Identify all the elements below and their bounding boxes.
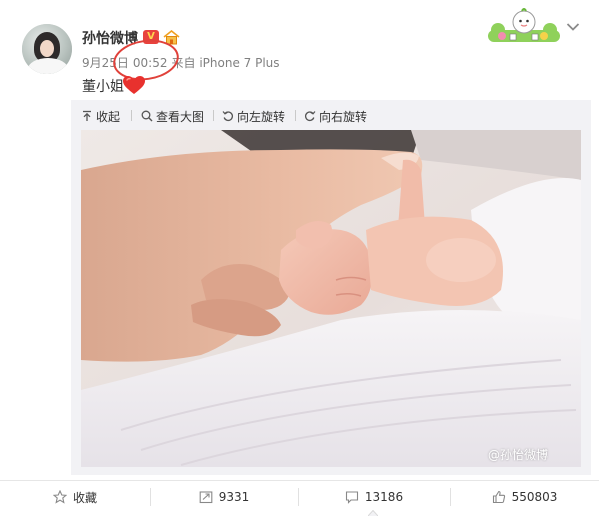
- comment-button[interactable]: 13186: [298, 482, 450, 512]
- rotate-right-icon: [304, 111, 316, 122]
- photo-illustration: [81, 130, 581, 467]
- repost-icon: [199, 491, 213, 504]
- like-button[interactable]: 550803: [450, 482, 599, 512]
- photo-watermark: @孙怡微博: [488, 448, 549, 462]
- rotate-left-button[interactable]: 向左旋转: [222, 108, 285, 125]
- toolbar-divider: [131, 110, 132, 121]
- collapse-button[interactable]: 收起: [81, 108, 120, 125]
- avatar[interactable]: [22, 24, 72, 74]
- image-toolbar: 收起 查看大图 向左旋转 向右旋转: [71, 100, 591, 130]
- collapse-icon: [83, 110, 91, 121]
- toolbar-divider: [213, 110, 214, 121]
- action-bar-divider: [0, 480, 599, 481]
- view-large-button[interactable]: 查看大图: [141, 108, 204, 125]
- favorite-button[interactable]: 收藏: [0, 482, 150, 512]
- comment-count: 13186: [364, 490, 404, 504]
- heart-icon: [123, 76, 145, 94]
- thumbs-up-icon: [492, 490, 505, 504]
- comment-icon: [345, 491, 358, 504]
- rotate-right-label: 向右旋转: [319, 110, 368, 124]
- active-tab-caret: [368, 510, 378, 516]
- rotate-left-icon: [222, 111, 234, 122]
- chevron-down-icon[interactable]: [566, 22, 580, 32]
- sticker-icon[interactable]: [486, 8, 562, 44]
- toolbar-divider: [295, 110, 296, 121]
- view-large-label: 查看大图: [156, 110, 205, 124]
- post-photo[interactable]: [81, 130, 581, 467]
- favorite-label: 收藏: [72, 490, 97, 505]
- repost-button[interactable]: 9331: [150, 482, 298, 512]
- rotate-left-label: 向左旋转: [237, 110, 286, 124]
- like-count: 550803: [511, 490, 558, 504]
- search-icon: [141, 110, 153, 122]
- post-text: 董小姐: [82, 79, 124, 95]
- repost-count: 9331: [218, 490, 250, 504]
- collapse-label: 收起: [96, 110, 121, 124]
- rotate-right-button[interactable]: 向右旋转: [304, 108, 367, 125]
- weibo-post: 孙怡微博 V 9月25日00:52来自 iPhone 7 Plus 董小姐: [0, 0, 599, 516]
- post-source: 来自 iPhone 7 Plus: [171, 56, 280, 70]
- star-icon: [52, 490, 67, 504]
